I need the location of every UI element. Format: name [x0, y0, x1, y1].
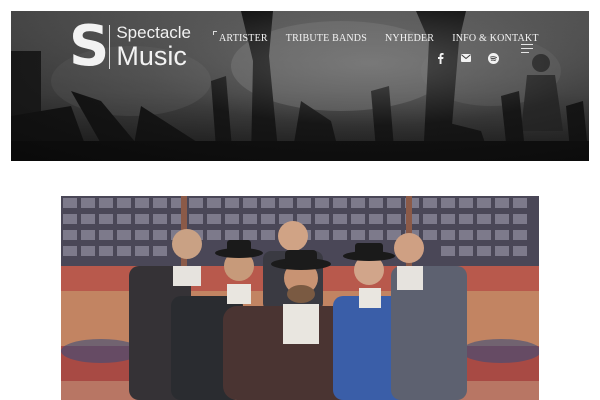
nav-item-info-kontakt[interactable]: INFO & KONTAKT — [452, 33, 538, 44]
logo-wordmark: Spectacle Music — [116, 23, 192, 71]
feature-band-photo — [61, 196, 539, 400]
main-nav: ARTISTER TRIBUTE BANDS NYHEDER INFO & KO… — [213, 31, 539, 44]
facebook-icon[interactable] — [433, 51, 447, 65]
nav-item-nyheder[interactable]: NYHEDER — [385, 33, 434, 44]
site-logo[interactable]: S Spectacle Music — [69, 19, 191, 75]
band-photo-illustration — [61, 196, 539, 400]
logo-letter: S — [69, 14, 109, 79]
logo-divider — [109, 25, 111, 69]
logo-line2: Music — [116, 41, 187, 71]
email-icon[interactable] — [459, 51, 473, 65]
nav-item-tribute-bands[interactable]: TRIBUTE BANDS — [286, 33, 367, 44]
nav-item-artister[interactable]: ARTISTER — [213, 31, 268, 44]
spotify-icon[interactable] — [486, 51, 500, 65]
logo-line1: Spectacle — [116, 23, 192, 42]
hero-header: S Spectacle Music ARTISTER TRIBUTE BANDS… — [11, 11, 589, 161]
hamburger-menu-icon[interactable] — [521, 44, 533, 54]
